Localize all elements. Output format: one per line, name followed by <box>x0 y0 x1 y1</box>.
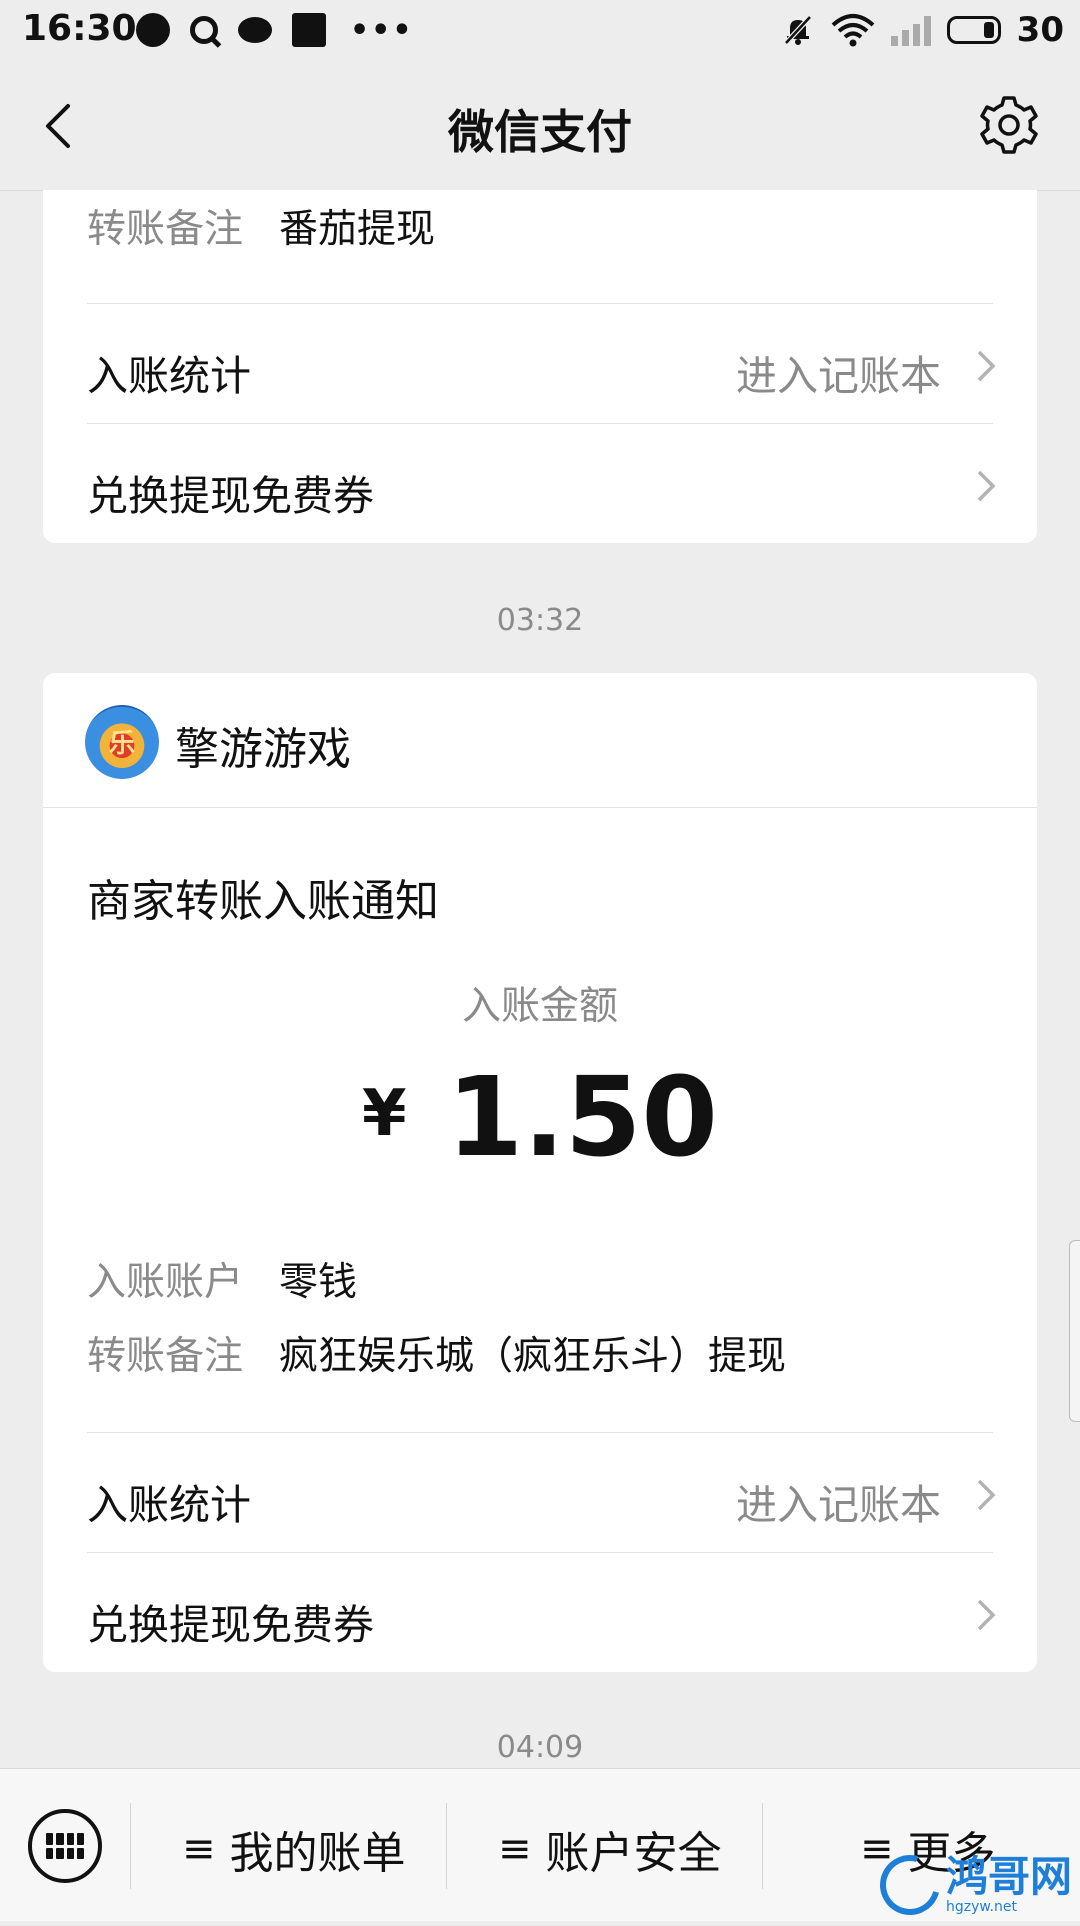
amount: ¥1.50 <box>43 1053 1037 1181</box>
remark-value: 番茄提现 <box>279 207 436 252</box>
chevron-right-icon <box>977 1599 996 1631</box>
watermark-url: hgzyw.net <box>945 1899 1017 1915</box>
avatar-text: 乐 <box>108 729 135 759</box>
menu-separator <box>130 1803 131 1889</box>
income-stats-row[interactable]: 入账统计 进入记账本 <box>43 304 1037 422</box>
exchange-coupon-row[interactable]: 兑换提现免费券 <box>43 424 1037 542</box>
message-timestamp: 03:32 <box>496 603 584 638</box>
chevron-right-icon <box>977 470 996 502</box>
keyboard-icon <box>46 1833 84 1859</box>
page-title: 微信支付 <box>448 105 632 159</box>
income-stats-row[interactable]: 入账统计 进入记账本 <box>43 1433 1037 1551</box>
amount-value: 1.50 <box>446 1053 718 1181</box>
menu-my-bills[interactable]: ≡ 我的账单 <box>182 1819 406 1879</box>
site-watermark: 鸿哥网 hgzyw.net <box>869 1844 1072 1926</box>
chevron-right-icon <box>977 1479 996 1511</box>
watermark-text: 鸿哥网 <box>945 1852 1072 1901</box>
battery-icon <box>946 16 1001 44</box>
signal-icon <box>890 14 931 46</box>
transfer-card-previous: 转账备注 番茄提现 入账统计 进入记账本 兑换提现免费券 <box>43 190 1037 543</box>
status-time: 16:30 <box>22 8 137 49</box>
merchant-header[interactable]: 乐 擎游游戏 <box>43 673 1037 808</box>
open-ledger-link[interactable]: 进入记账本 <box>736 342 941 402</box>
qq-icon <box>190 16 218 44</box>
status-bar: 16:30 ••• 30 <box>0 0 1080 62</box>
remark-label: 转账备注 <box>87 1334 244 1379</box>
settings-gear-icon[interactable] <box>978 94 1040 156</box>
menu-list-icon: ≡ <box>498 1826 532 1872</box>
merchant-avatar: 乐 <box>85 705 159 779</box>
currency-symbol: ¥ <box>362 1077 407 1151</box>
menu-separator <box>446 1803 447 1889</box>
watermark-logo-icon <box>869 1844 951 1926</box>
income-stats-label: 入账统计 <box>87 352 251 400</box>
transfer-card: 乐 擎游游戏 商家转账入账通知 入账金额 ¥1.50 入账账户 零钱 转账备注 … <box>43 673 1037 1672</box>
remark-label: 转账备注 <box>87 207 244 252</box>
exchange-coupon-label: 兑换提现免费券 <box>87 1601 374 1649</box>
notice-title: 商家转账入账通知 <box>87 876 439 927</box>
menu-list-icon: ≡ <box>182 1826 216 1872</box>
exchange-coupon-label: 兑换提现免费券 <box>87 472 374 520</box>
account-value: 零钱 <box>279 1260 358 1305</box>
menu-label: 我的账单 <box>229 1828 406 1879</box>
message-timestamp: 04:09 <box>496 1730 584 1765</box>
battery-percent: 30 <box>1016 10 1064 50</box>
income-stats-label: 入账统计 <box>87 1481 251 1529</box>
amount-label: 入账金额 <box>461 984 618 1029</box>
merchant-name: 擎游游戏 <box>175 724 351 775</box>
wifi-icon <box>831 14 875 47</box>
chevron-right-icon <box>977 350 996 382</box>
menu-separator <box>762 1803 763 1889</box>
exchange-coupon-row[interactable]: 兑换提现免费券 <box>43 1553 1037 1671</box>
nav-bar: 微信支付 <box>0 62 1080 191</box>
system-icons: 30 <box>781 8 1064 52</box>
mute-bell-icon <box>783 15 812 45</box>
app-notification-icon <box>136 13 170 47</box>
message-icon <box>238 17 272 43</box>
more-notifications-icon: ••• <box>350 12 414 48</box>
app-icon <box>292 13 326 47</box>
menu-label: 账户安全 <box>545 1828 722 1879</box>
bottom-menu-bar: ≡ 我的账单 ≡ 账户安全 ≡ 更多 鸿哥网 hgzyw.net <box>0 1768 1080 1926</box>
open-ledger-link[interactable]: 进入记账本 <box>736 1471 941 1531</box>
remark-value: 疯狂娱乐城（疯狂乐斗）提现 <box>279 1334 787 1379</box>
menu-account-security[interactable]: ≡ 账户安全 <box>498 1819 722 1879</box>
keyboard-toggle-button[interactable] <box>28 1809 102 1883</box>
notification-icons: ••• <box>136 10 414 50</box>
scroll-handle[interactable] <box>1069 1240 1080 1422</box>
account-label: 入账账户 <box>87 1260 244 1305</box>
